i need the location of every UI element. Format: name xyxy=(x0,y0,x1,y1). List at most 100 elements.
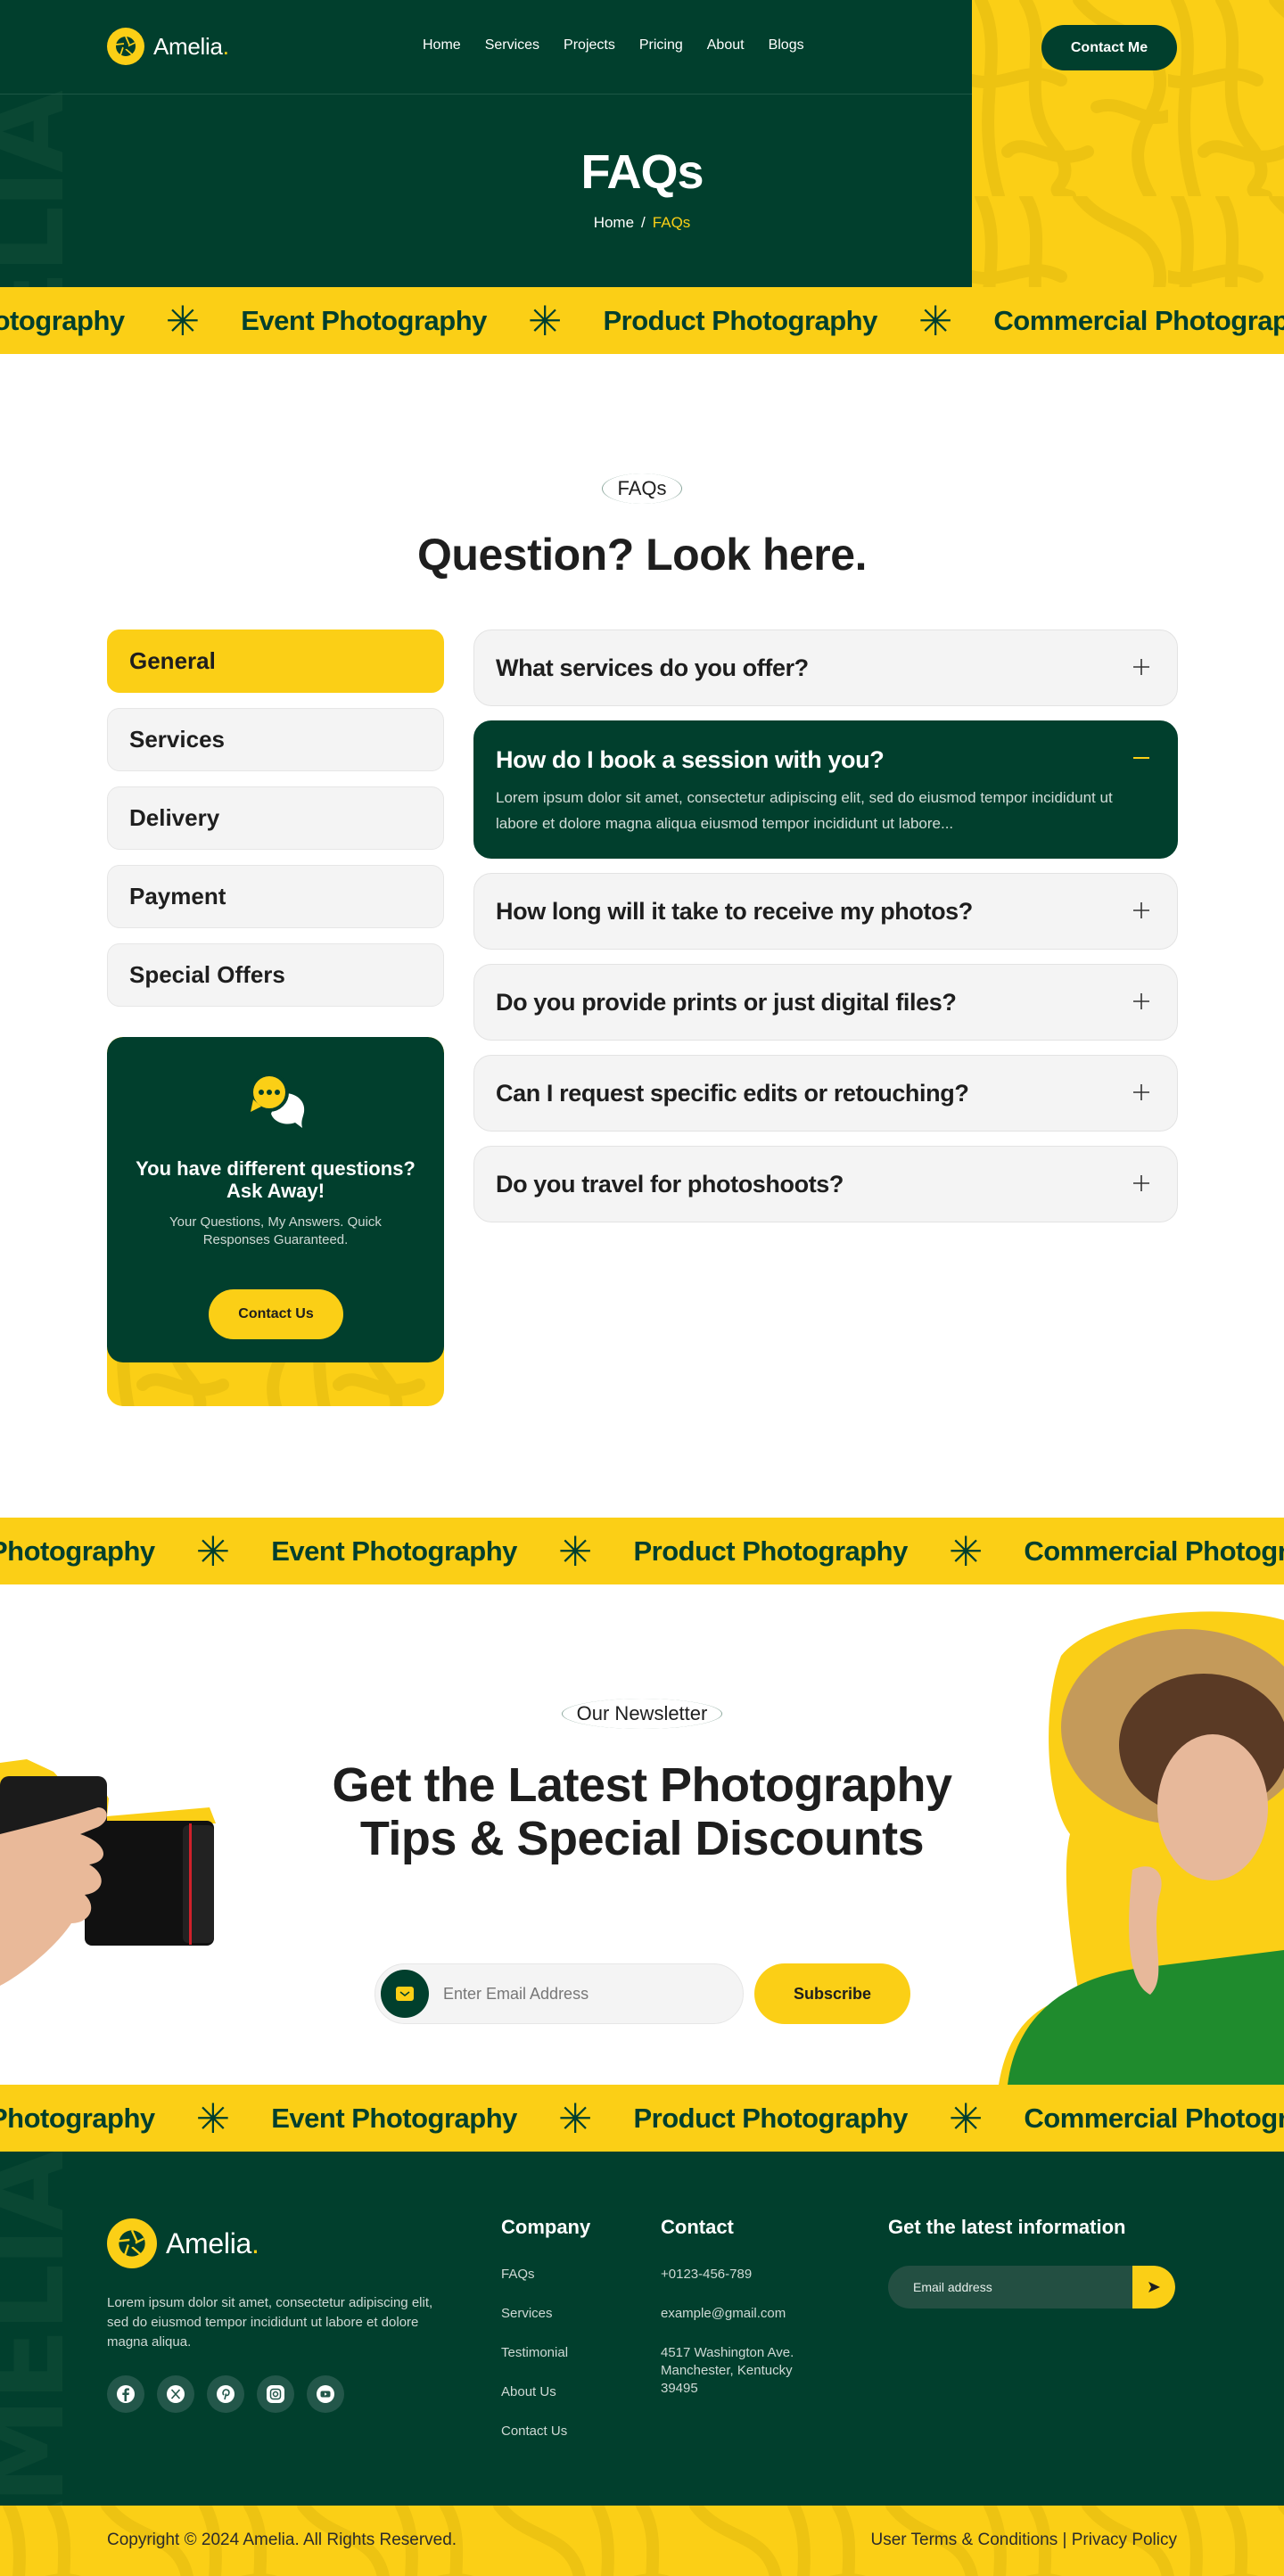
services-marquee-middle: Photography ✳ Event Photography ✳ Produc… xyxy=(0,1518,1284,1584)
footer-link-contact-us[interactable]: Contact Us xyxy=(501,2423,590,2440)
faq-item[interactable]: Do you travel for photoshoots? xyxy=(473,1146,1178,1222)
faq-question: What services do you offer? xyxy=(496,654,809,681)
logo-text: Amelia. xyxy=(153,32,229,60)
nav-projects[interactable]: Projects xyxy=(564,37,615,53)
footer-logo-link[interactable]: Amelia. xyxy=(107,2218,455,2268)
privacy-link[interactable]: Privacy Policy xyxy=(1072,2531,1177,2549)
page-title: FAQs xyxy=(580,145,704,199)
logo-text: Amelia. xyxy=(166,2226,259,2259)
facebook-icon[interactable] xyxy=(107,2375,144,2413)
faq-item-open[interactable]: How do I book a session with you? Lorem … xyxy=(473,720,1178,859)
faq-accordion: What services do you offer? How do I boo… xyxy=(473,630,1178,1222)
faq-item[interactable]: Do you provide prints or just digital fi… xyxy=(473,964,1178,1041)
subscribe-button[interactable]: Subscribe xyxy=(754,1963,910,2024)
nav-blogs[interactable]: Blogs xyxy=(769,37,804,53)
footer-description: Lorem ipsum dolor sit amet, consectetur … xyxy=(107,2295,433,2350)
nav-services[interactable]: Services xyxy=(485,37,539,53)
category-services[interactable]: Services xyxy=(107,708,444,771)
category-delivery[interactable]: Delivery xyxy=(107,786,444,850)
faq-question: Do you provide prints or just digital fi… xyxy=(496,989,957,1016)
main-nav: Home Services Projects Pricing About Blo… xyxy=(423,37,804,53)
breadcrumb-home[interactable]: Home xyxy=(594,214,634,231)
newsletter-section: Our Newsletter Get the Latest Photograph… xyxy=(0,1584,1284,2085)
category-special-offers[interactable]: Special Offers xyxy=(107,943,444,1007)
faq-item[interactable]: What services do you offer? xyxy=(473,630,1178,706)
footer-phone[interactable]: +0123-456-789 xyxy=(661,2266,794,2284)
footer-link-testimonial[interactable]: Testimonial xyxy=(501,2344,590,2362)
copyright-bar: Copyright © 2024 Amelia. All Rights Rese… xyxy=(0,2506,1284,2576)
category-payment[interactable]: Payment xyxy=(107,865,444,928)
aperture-logo-icon xyxy=(107,28,144,65)
asterisk-star-icon: ✳ xyxy=(948,1527,984,1575)
faq-section-label: FAQs xyxy=(0,473,1284,504)
faq-section: FAQs Question? Look here. General Servic… xyxy=(0,354,1284,1518)
nav-pricing[interactable]: Pricing xyxy=(639,37,683,53)
footer-newsletter-form xyxy=(888,2266,1175,2309)
breadcrumb-current: FAQs xyxy=(652,214,691,231)
plus-icon[interactable] xyxy=(1131,900,1152,921)
legal-links: User Terms & Conditions | Privacy Policy xyxy=(870,2531,1177,2550)
footer-link-faqs[interactable]: FAQs xyxy=(501,2266,590,2284)
instagram-icon[interactable] xyxy=(257,2375,294,2413)
footer-link-about-us[interactable]: About Us xyxy=(501,2383,590,2401)
newsletter-email-field xyxy=(374,1963,744,2024)
services-marquee-bottom: Photography ✳ Event Photography ✳ Produc… xyxy=(0,2085,1284,2152)
footer-company-heading: Company xyxy=(501,2216,591,2238)
footer-about: Amelia. Lorem ipsum dolor sit amet, cons… xyxy=(107,2218,455,2413)
chat-bubbles-icon xyxy=(250,1073,305,1128)
nav-about[interactable]: About xyxy=(707,37,745,53)
faq-question: How do I book a session with you? xyxy=(496,746,885,773)
pinterest-icon[interactable] xyxy=(207,2375,244,2413)
marquee-item: Commercial Photography xyxy=(1024,1535,1284,1567)
youtube-icon[interactable] xyxy=(307,2375,344,2413)
marquee-item: Event Photography xyxy=(271,2102,517,2134)
plus-icon[interactable] xyxy=(1131,991,1152,1012)
breadcrumb-separator: / xyxy=(641,214,646,231)
footer-background-text: AMELIA xyxy=(0,2152,88,2506)
newsletter-email-input[interactable] xyxy=(443,1984,711,2004)
footer-contact-column: Contact +0123-456-789 example@gmail.com … xyxy=(661,2216,794,2419)
aperture-logo-icon xyxy=(107,2218,157,2268)
contact-us-button[interactable]: Contact Us xyxy=(209,1289,343,1339)
faq-question: Do you travel for photoshoots? xyxy=(496,1171,844,1197)
footer-link-services[interactable]: Services xyxy=(501,2305,590,2323)
minus-icon[interactable] xyxy=(1131,747,1152,769)
nav-home[interactable]: Home xyxy=(423,37,461,53)
marquee-item: Event Photography xyxy=(271,1535,517,1567)
category-general[interactable]: General xyxy=(107,630,444,693)
asterisk-star-icon: ✳ xyxy=(195,1527,231,1575)
nav-divider xyxy=(0,94,972,95)
marquee-item: Product Photography xyxy=(633,2102,908,2134)
breadcrumb: Home / FAQs xyxy=(0,214,1284,232)
contact-me-button[interactable]: Contact Me xyxy=(1041,25,1177,70)
footer-email-input[interactable] xyxy=(888,2266,1132,2309)
plus-icon[interactable] xyxy=(1131,656,1152,678)
asterisk-star-icon: ✳ xyxy=(527,297,563,344)
marquee-item: Commercial Photography xyxy=(993,304,1284,336)
faq-item[interactable]: Can I request specific edits or retouchi… xyxy=(473,1055,1178,1132)
footer-company-column: Company FAQs Services Testimonial About … xyxy=(501,2216,590,2462)
marquee-item: Photography xyxy=(0,2102,155,2134)
terms-link[interactable]: User Terms & Conditions xyxy=(870,2531,1058,2549)
footer-email[interactable]: example@gmail.com xyxy=(661,2305,794,2323)
footer-newsletter-heading: Get the latest information xyxy=(888,2216,1126,2238)
footer-send-button[interactable] xyxy=(1132,2266,1175,2309)
faq-item[interactable]: How long will it take to receive my phot… xyxy=(473,873,1178,950)
faq-category-list: General Services Delivery Payment Specia… xyxy=(107,630,444,1007)
plus-icon[interactable] xyxy=(1131,1173,1152,1194)
faq-question: Can I request specific edits or retouchi… xyxy=(496,1080,969,1107)
x-twitter-icon[interactable] xyxy=(157,2375,194,2413)
footer-contact-heading: Contact xyxy=(661,2216,734,2238)
footer-address: 4517 Washington Ave. Manchester, Kentucky… xyxy=(661,2345,794,2396)
faq-section-title: Question? Look here. xyxy=(417,530,867,580)
legal-divider: | xyxy=(1062,2531,1067,2549)
ask-card-title: You have different questions? Ask Away! xyxy=(136,1157,416,1203)
marquee-item: Photography xyxy=(0,304,125,336)
copyright-text: Copyright © 2024 Amelia. All Rights Rese… xyxy=(107,2531,457,2549)
social-links xyxy=(107,2375,455,2413)
logo-link[interactable]: Amelia. xyxy=(107,28,229,65)
services-marquee-top: Photography ✳ Event Photography ✳ Produc… xyxy=(0,287,1284,354)
newsletter-form: Subscribe xyxy=(374,1963,910,2024)
asterisk-star-icon: ✳ xyxy=(557,1527,593,1575)
plus-icon[interactable] xyxy=(1131,1082,1152,1103)
